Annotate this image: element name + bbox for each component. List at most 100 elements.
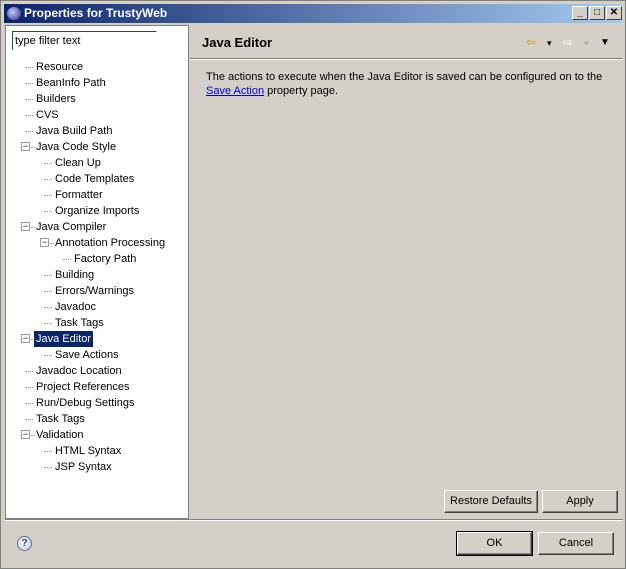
restore-defaults-button[interactable]: Restore Defaults bbox=[444, 490, 538, 513]
tree-item[interactable]: Organize Imports bbox=[6, 203, 188, 219]
tree-connector bbox=[25, 99, 33, 100]
tree-item[interactable]: Run/Debug Settings bbox=[6, 395, 188, 411]
tree-connector bbox=[25, 131, 33, 132]
tree-item[interactable]: Javadoc Location bbox=[6, 363, 188, 379]
tree-item[interactable]: Java Build Path bbox=[6, 123, 188, 139]
close-button[interactable]: ✕ bbox=[606, 6, 622, 20]
tree-item-label[interactable]: Run/Debug Settings bbox=[34, 395, 136, 411]
forward-dropdown-icon[interactable]: ▾ bbox=[584, 38, 589, 49]
navigation-pane: ResourceBeanInfo PathBuildersCVSJava Bui… bbox=[5, 25, 189, 519]
tree-item-label[interactable]: Java Editor bbox=[32, 330, 95, 348]
tree-connector bbox=[63, 259, 71, 260]
tree-connector bbox=[44, 275, 52, 276]
tree-item[interactable]: Javadoc bbox=[6, 299, 188, 315]
tree-item-label[interactable]: BeanInfo Path bbox=[34, 75, 108, 91]
header-separator bbox=[190, 58, 623, 60]
collapse-toggle-icon[interactable]: − bbox=[21, 222, 30, 231]
tree-item[interactable]: Task Tags bbox=[6, 315, 188, 331]
tree-item[interactable]: − Java Code Style bbox=[6, 139, 188, 155]
tree-item[interactable]: Formatter bbox=[6, 187, 188, 203]
properties-dialog: Properties for TrustyWeb _ □ ✕ ResourceB… bbox=[0, 0, 626, 569]
tree-item-label[interactable]: Building bbox=[53, 267, 96, 283]
tree-item[interactable]: − Java Compiler bbox=[6, 219, 188, 235]
collapse-toggle-icon[interactable]: − bbox=[21, 334, 30, 343]
back-dropdown-icon[interactable]: ▾ bbox=[547, 38, 552, 49]
tree-item[interactable]: Building bbox=[6, 267, 188, 283]
description-text-end: property page. bbox=[264, 85, 339, 97]
tree-connector bbox=[44, 291, 52, 292]
tree-item-label[interactable]: Annotation Processing bbox=[53, 235, 167, 251]
filter-input[interactable] bbox=[12, 31, 157, 50]
tree-item-label[interactable]: Clean Up bbox=[53, 155, 103, 171]
tree-connector bbox=[44, 355, 52, 356]
tree-connector bbox=[25, 419, 33, 420]
view-menu-icon[interactable]: ▼ bbox=[600, 37, 610, 48]
maximize-button[interactable]: □ bbox=[589, 6, 605, 20]
tree-item-label[interactable]: Factory Path bbox=[72, 251, 138, 267]
tree-item-label[interactable]: Javadoc Location bbox=[34, 363, 124, 379]
back-arrow-icon[interactable]: ⇦ bbox=[526, 35, 536, 49]
collapse-toggle-icon[interactable]: − bbox=[21, 142, 30, 151]
tree-item-label[interactable]: Builders bbox=[34, 91, 78, 107]
java-editor-page: Java Editor ⇦ ▾ ⇨ ▾ ▼ The actions to exe… bbox=[190, 25, 623, 519]
tree-item-label[interactable]: Organize Imports bbox=[53, 203, 141, 219]
minimize-button[interactable]: _ bbox=[572, 6, 588, 20]
tree-item-label[interactable]: Errors/Warnings bbox=[53, 283, 136, 299]
tree-item[interactable]: HTML Syntax bbox=[6, 443, 188, 459]
tree-connector bbox=[44, 179, 52, 180]
bottom-separator bbox=[5, 519, 623, 521]
tree-item[interactable]: Resource bbox=[6, 59, 188, 75]
tree-item-label[interactable]: Javadoc bbox=[53, 299, 98, 315]
tree-item[interactable]: − Validation bbox=[6, 427, 188, 443]
tree-item[interactable]: − Java Editor bbox=[6, 330, 188, 348]
forward-arrow-icon[interactable]: ⇨ bbox=[563, 35, 573, 49]
tree-item-label[interactable]: Code Templates bbox=[53, 171, 136, 187]
tree-item[interactable]: Task Tags bbox=[6, 411, 188, 427]
tree-item-label[interactable]: Java Build Path bbox=[34, 123, 114, 139]
tree-item[interactable]: Factory Path bbox=[6, 251, 188, 267]
tree-connector bbox=[25, 387, 33, 388]
title-bar: Properties for TrustyWeb _ □ ✕ bbox=[4, 4, 622, 23]
tree-item[interactable]: Save Actions bbox=[6, 347, 188, 363]
page-title: Java Editor bbox=[202, 35, 273, 50]
cancel-button[interactable]: Cancel bbox=[538, 532, 614, 555]
tree-connector bbox=[44, 451, 52, 452]
tree-item-label[interactable]: Task Tags bbox=[34, 411, 87, 427]
tree-item-label[interactable]: Project References bbox=[34, 379, 132, 395]
help-icon[interactable]: ? bbox=[17, 536, 32, 551]
tree-item[interactable]: CVS bbox=[6, 107, 188, 123]
page-description: The actions to execute when the Java Edi… bbox=[206, 70, 616, 98]
tree-connector bbox=[25, 371, 33, 372]
tree-connector bbox=[44, 211, 52, 212]
tree-item-label[interactable]: Task Tags bbox=[53, 315, 106, 331]
tree-connector bbox=[25, 83, 33, 84]
tree-item[interactable]: − Annotation Processing bbox=[6, 235, 188, 251]
tree-connector bbox=[44, 467, 52, 468]
tree-connector bbox=[25, 115, 33, 116]
tree-item[interactable]: Builders bbox=[6, 91, 188, 107]
ok-button[interactable]: OK bbox=[456, 531, 533, 556]
collapse-toggle-icon[interactable]: − bbox=[21, 430, 30, 439]
description-text: The actions to execute when the Java Edi… bbox=[206, 71, 603, 83]
tree-connector bbox=[44, 323, 52, 324]
tree-item[interactable]: Project References bbox=[6, 379, 188, 395]
tree-item-label[interactable]: Validation bbox=[34, 427, 86, 443]
tree-item-label[interactable]: Formatter bbox=[53, 187, 105, 203]
tree-item-label[interactable]: HTML Syntax bbox=[53, 443, 123, 459]
tree-item[interactable]: Clean Up bbox=[6, 155, 188, 171]
tree-connector bbox=[44, 307, 52, 308]
collapse-toggle-icon[interactable]: − bbox=[40, 238, 49, 247]
tree-item-label[interactable]: Java Code Style bbox=[34, 139, 118, 155]
save-action-link[interactable]: Save Action bbox=[206, 85, 264, 97]
tree-item-label[interactable]: JSP Syntax bbox=[53, 459, 114, 475]
tree-item-label[interactable]: CVS bbox=[34, 107, 61, 123]
tree-item[interactable]: Code Templates bbox=[6, 171, 188, 187]
tree-item[interactable]: JSP Syntax bbox=[6, 459, 188, 475]
eclipse-icon bbox=[7, 7, 21, 20]
apply-button[interactable]: Apply bbox=[542, 490, 618, 513]
tree-item-label[interactable]: Save Actions bbox=[53, 347, 121, 363]
tree-item[interactable]: BeanInfo Path bbox=[6, 75, 188, 91]
tree-item-label[interactable]: Resource bbox=[34, 59, 85, 75]
tree-item-label[interactable]: Java Compiler bbox=[34, 219, 108, 235]
tree-item[interactable]: Errors/Warnings bbox=[6, 283, 188, 299]
